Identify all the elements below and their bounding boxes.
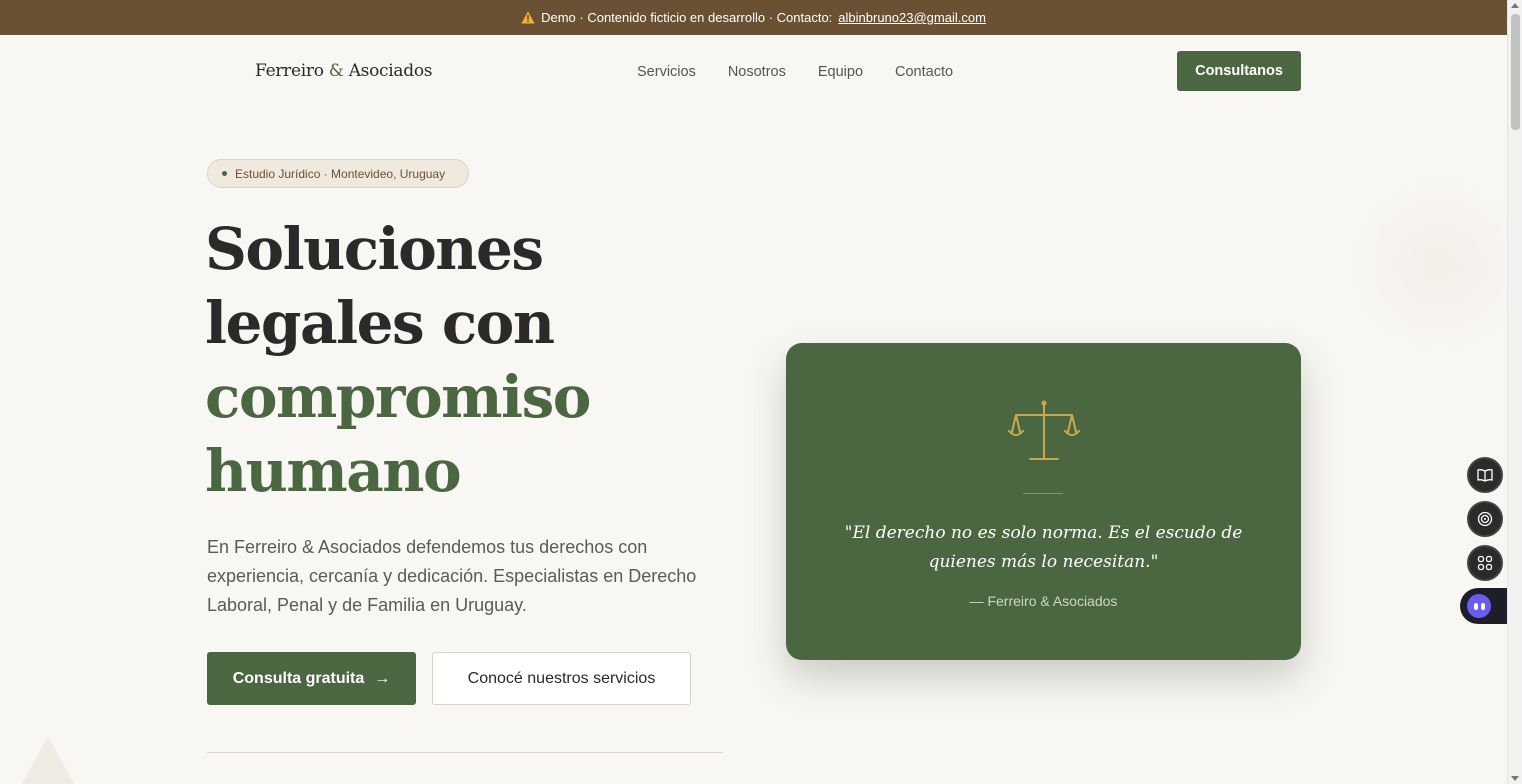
banner-email-link[interactable]: albinbruno23@gmail.com	[838, 10, 986, 25]
decorative-circle	[1350, 175, 1522, 355]
hero-description: En Ferreiro & Asociados defendemos tus d…	[207, 537, 697, 615]
nav-item-contacto[interactable]: Contacto	[895, 64, 953, 80]
quote-text: "El derecho no es solo norma. Es el escu…	[844, 523, 1243, 572]
scrollbar-thumb[interactable]	[1511, 14, 1520, 130]
logo-suffix: Asociados	[348, 61, 433, 81]
site-logo[interactable]: Ferreiro & Asociados	[255, 61, 432, 81]
site-header: Ferreiro & Asociados Servicios Nosotros …	[0, 35, 1507, 108]
nav-item-equipo[interactable]: Equipo	[818, 64, 863, 80]
hero-title-line-2: legales con	[205, 289, 555, 357]
scales-of-justice-icon	[1008, 400, 1080, 460]
main-menu: Servicios Nosotros Equipo Contacto	[637, 64, 953, 80]
badge-label: Estudio Jurídico · Montevideo, Uruguay	[235, 166, 446, 181]
hero-title-line-1: Soluciones	[205, 215, 544, 283]
warning-icon	[521, 11, 535, 24]
location-badge: Estudio Jurídico · Montevideo, Uruguay	[207, 159, 469, 188]
quote-author: — Ferreiro & Asociados	[969, 593, 1118, 609]
hero-title-line-4: humano	[205, 437, 462, 505]
logo-ampersand: &	[328, 61, 344, 81]
page-scrollbar[interactable]	[1507, 0, 1522, 784]
book-icon[interactable]	[1467, 457, 1503, 493]
card-divider	[1023, 493, 1063, 494]
free-consultation-label: Consulta gratuita	[232, 669, 365, 687]
scroll-up-arrow-icon[interactable]	[1511, 3, 1519, 8]
banner-text: Demo · Contenido ficticio en desarrollo …	[541, 10, 833, 25]
assistant-bot-button[interactable]	[1460, 588, 1507, 624]
logo-name: Ferreiro	[255, 61, 324, 81]
hero-title: Soluciones legales con compromiso humano	[205, 212, 591, 508]
consultanos-button[interactable]: Consultanos	[1177, 51, 1301, 91]
quote-card: "El derecho no es solo norma. Es el escu…	[786, 343, 1301, 660]
bot-avatar-icon	[1467, 594, 1491, 618]
floating-toolbar	[1467, 457, 1503, 581]
hero-title-line-3: compromiso	[205, 363, 591, 431]
arrow-right-icon: →	[374, 669, 391, 687]
nav-item-servicios[interactable]: Servicios	[637, 64, 696, 80]
apps-grid-icon[interactable]	[1467, 545, 1503, 581]
services-button[interactable]: Conocé nuestros servicios	[432, 652, 691, 705]
section-divider	[207, 752, 723, 753]
nav-item-nosotros[interactable]: Nosotros	[728, 64, 786, 80]
badge-dot	[222, 171, 227, 176]
free-consultation-button[interactable]: Consulta gratuita →	[207, 652, 416, 705]
scroll-down-arrow-icon[interactable]	[1511, 776, 1519, 781]
broadcast-icon[interactable]	[1467, 501, 1503, 537]
decorative-triangle	[22, 736, 74, 784]
demo-banner: Demo · Contenido ficticio en desarrollo …	[0, 0, 1507, 35]
